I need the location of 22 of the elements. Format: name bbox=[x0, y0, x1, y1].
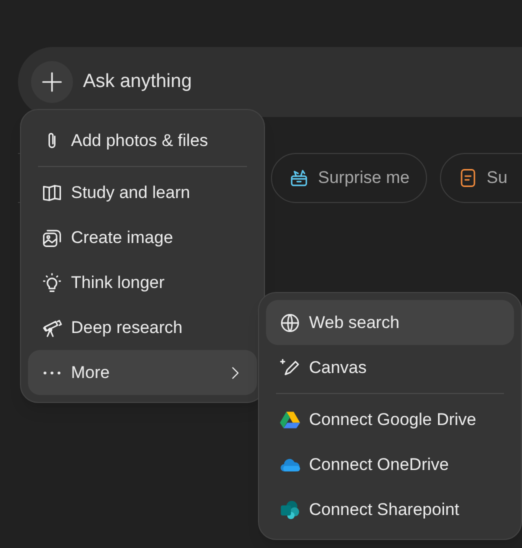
globe-icon bbox=[279, 312, 301, 334]
menu-item[interactable]: Add photos & files bbox=[28, 118, 257, 163]
menu-item[interactable]: Canvas bbox=[266, 345, 514, 390]
menu-item[interactable]: Think longer bbox=[28, 260, 257, 305]
suggestion-chip[interactable]: Surprise me bbox=[271, 153, 427, 203]
add-button[interactable] bbox=[31, 61, 73, 103]
prompt-placeholder: Ask anything bbox=[83, 70, 192, 94]
menu-item[interactable]: Connect Google Drive bbox=[266, 397, 514, 442]
menu-item[interactable]: Deep research bbox=[28, 305, 257, 350]
menu-item[interactable]: More bbox=[28, 350, 257, 395]
menu-item[interactable]: Connect OneDrive bbox=[266, 442, 514, 487]
gift-box-icon bbox=[288, 167, 310, 189]
menu-item[interactable]: Study and learn bbox=[28, 170, 257, 215]
suggestion-chip[interactable]: Su bbox=[440, 153, 522, 203]
lightbulb-icon bbox=[41, 272, 63, 294]
plus-icon bbox=[40, 70, 64, 94]
menu-item[interactable]: Web search bbox=[266, 300, 514, 345]
prompt-bar[interactable]: Ask anything bbox=[18, 47, 522, 117]
menu-item[interactable]: Connect Sharepoint bbox=[266, 487, 514, 532]
more-dots-icon bbox=[43, 370, 61, 374]
sharepoint-logo-icon bbox=[279, 498, 301, 520]
menu-item[interactable]: Create image bbox=[28, 215, 257, 260]
